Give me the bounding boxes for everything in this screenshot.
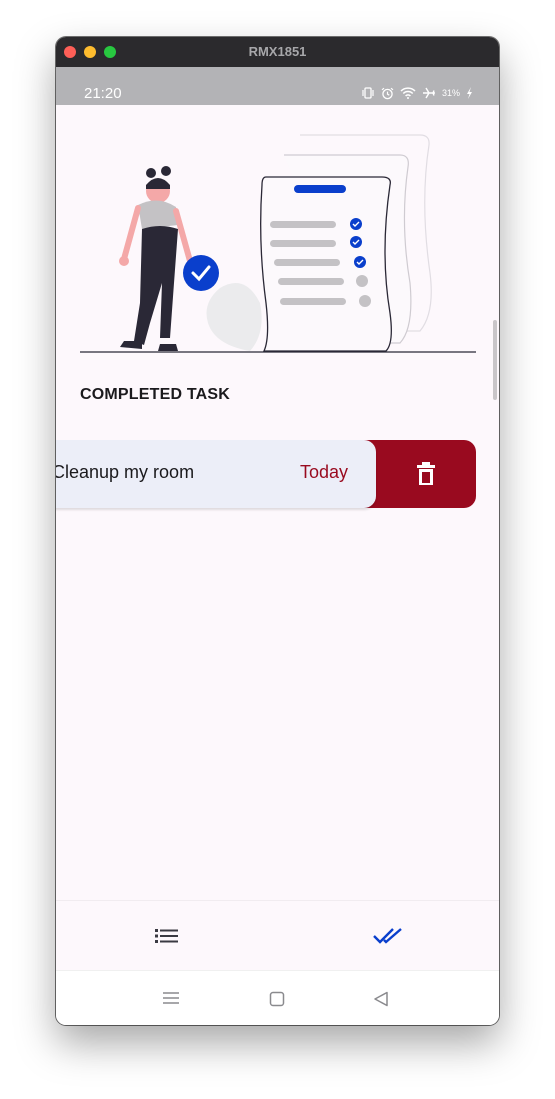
recent-apps-icon[interactable] bbox=[162, 991, 180, 1005]
status-time: 21:20 bbox=[84, 85, 122, 102]
delete-task-button[interactable] bbox=[376, 440, 476, 508]
system-navigation-bar bbox=[56, 970, 499, 1025]
list-icon bbox=[155, 929, 178, 943]
charging-icon bbox=[467, 87, 472, 99]
scrollbar-thumb[interactable] bbox=[493, 320, 497, 400]
nav-tasks-tab[interactable] bbox=[56, 901, 278, 971]
vibrate-icon bbox=[362, 87, 374, 99]
status-icons: 31% bbox=[361, 86, 473, 100]
battery-level: 31% bbox=[441, 88, 460, 98]
airplane-icon bbox=[422, 87, 435, 99]
wifi-icon bbox=[400, 87, 416, 99]
back-icon[interactable] bbox=[373, 991, 389, 1007]
bottom-navigation bbox=[56, 900, 499, 971]
task-date: Today bbox=[299, 462, 348, 482]
status-bar: 21:20 31% bbox=[56, 67, 499, 105]
section-title: COMPLETED TASK bbox=[80, 386, 231, 403]
completed-tasks-illustration bbox=[80, 134, 476, 353]
task-name: Cleanup my room bbox=[56, 462, 195, 482]
nav-completed-tab[interactable] bbox=[277, 901, 499, 971]
task-list-item[interactable]: Cleanup my room Today bbox=[56, 440, 376, 508]
alarm-icon bbox=[381, 87, 394, 99]
emulator-window: RMX1851 21:20 31% COMPLETED TASK Cleanup… bbox=[56, 37, 499, 1025]
double-check-icon bbox=[373, 928, 402, 944]
completed-tasks-screen: COMPLETED TASK Cleanup my room Today bbox=[56, 105, 499, 900]
window-titlebar: RMX1851 bbox=[56, 37, 499, 67]
trash-icon bbox=[417, 462, 435, 485]
window-title: RMX1851 bbox=[248, 44, 307, 59]
home-icon[interactable] bbox=[269, 991, 285, 1007]
